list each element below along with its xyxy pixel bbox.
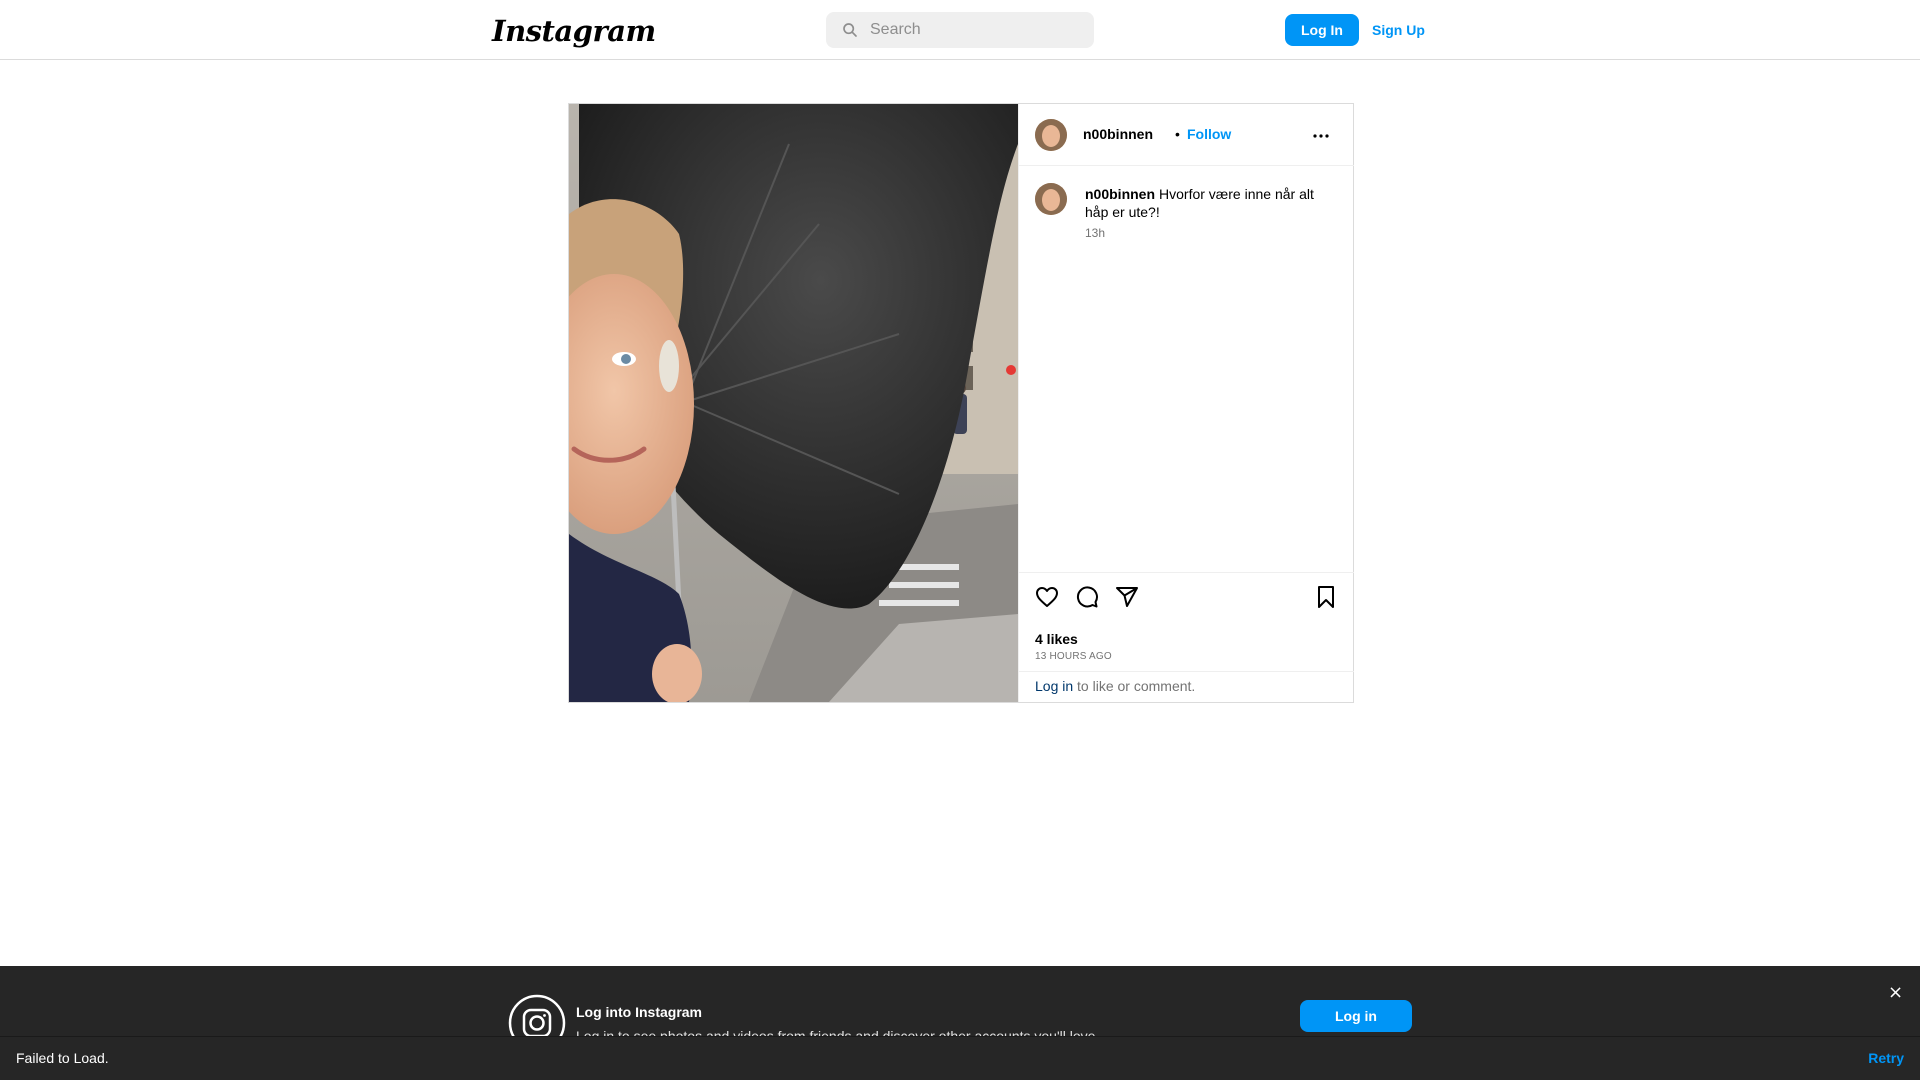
avatar[interactable] — [1035, 183, 1067, 215]
bookmark-icon[interactable] — [1314, 585, 1338, 609]
caption-text: n00binnen Hvorfor være inne når alt håp e… — [1085, 185, 1335, 221]
more-options-icon[interactable] — [1309, 124, 1333, 148]
login-banner: Log into Instagram Log in to see photos … — [0, 966, 1920, 1036]
top-navigation: Instagram Log In Sign Up — [0, 0, 1920, 60]
banner-subtitle: Log in to see photos and videos from fri… — [576, 1028, 1100, 1036]
post-card: n00binnen • Follow n00binnen Hvorfor være… — [568, 103, 1354, 703]
login-link[interactable]: Log in — [1035, 678, 1073, 694]
photo-image — [569, 104, 1018, 702]
caption-time[interactable]: 13h — [1085, 226, 1105, 240]
share-icon[interactable] — [1115, 585, 1139, 609]
search-box[interactable] — [826, 12, 1094, 48]
avatar[interactable] — [1035, 119, 1067, 151]
post-actions: 4 likes 13 HOURS AGO Log in to like or c… — [1019, 572, 1354, 702]
heart-icon[interactable] — [1035, 585, 1059, 609]
error-toast: Failed to Load. Retry — [0, 1036, 1920, 1080]
banner-login-button[interactable]: Log in — [1300, 1000, 1412, 1032]
comment-icon[interactable] — [1075, 585, 1099, 609]
follow-button[interactable]: Follow — [1187, 126, 1231, 142]
likes-count[interactable]: 4 likes — [1035, 631, 1078, 647]
login-button[interactable]: Log In — [1285, 14, 1359, 46]
close-icon[interactable]: × — [1888, 982, 1903, 1003]
banner-title: Log into Instagram — [576, 1004, 702, 1020]
post-username[interactable]: n00binnen — [1083, 126, 1153, 142]
login-prompt-text: to like or comment. — [1073, 678, 1196, 694]
post-header: n00binnen • Follow — [1019, 104, 1354, 166]
instagram-icon — [508, 994, 566, 1036]
caption-username[interactable]: n00binnen — [1085, 186, 1155, 202]
post-time[interactable]: 13 HOURS AGO — [1035, 651, 1112, 662]
instagram-logo[interactable]: Instagram — [492, 14, 656, 48]
login-prompt: Log in to like or comment. — [1019, 671, 1354, 703]
search-icon — [843, 23, 857, 37]
post-photo[interactable] — [569, 104, 1018, 702]
separator-dot: • — [1175, 126, 1180, 142]
retry-button[interactable]: Retry — [1868, 1050, 1904, 1066]
signup-button[interactable]: Sign Up — [1372, 14, 1425, 46]
search-input[interactable] — [870, 12, 1080, 48]
toast-message: Failed to Load. — [16, 1050, 109, 1066]
post-sidepanel: n00binnen • Follow n00binnen Hvorfor være… — [1018, 104, 1354, 702]
